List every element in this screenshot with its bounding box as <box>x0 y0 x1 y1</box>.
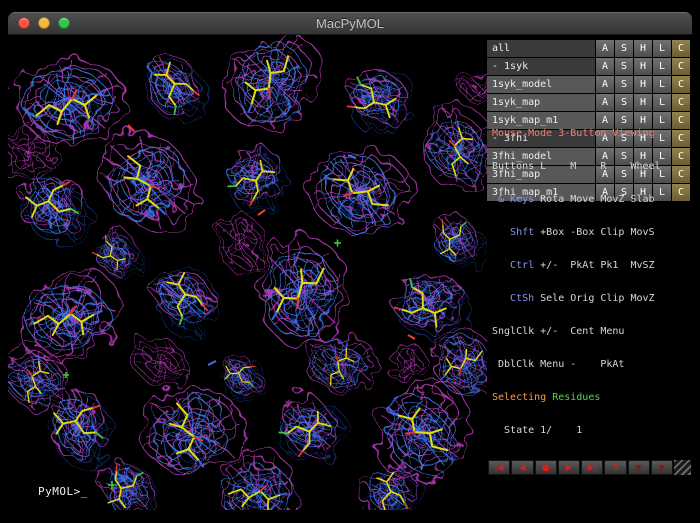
matrix-cells: Menu - PkAt <box>540 359 624 370</box>
mouse-matrix-header: Buttons L M R Wheel <box>492 161 692 172</box>
state-label: State <box>492 425 534 436</box>
action-menu-button[interactable]: A <box>596 76 614 93</box>
matrix-cells: Sele Orig Clip MovZ <box>540 293 654 304</box>
movie-play-button[interactable]: ▶ <box>558 460 580 475</box>
movie-fast-forward-button[interactable]: ▶| <box>581 460 603 475</box>
show-menu-button[interactable]: S <box>615 40 633 57</box>
mouse-matrix-row: CtSh Sele Orig Clip MovZ <box>492 293 692 304</box>
action-menu-button[interactable]: A <box>596 58 614 75</box>
movie-rewind-button[interactable]: |◀ <box>488 460 510 475</box>
object-row: all A S H L C <box>487 40 690 57</box>
mouse-mode-line[interactable]: Mouse Mode 3-Button Viewing <box>492 128 692 139</box>
selecting-value: Residues <box>552 392 600 403</box>
object-row: 1syk_model A S H L C <box>487 76 690 93</box>
matrix-key: & Keys <box>492 194 534 205</box>
matrix-key: CtSh <box>492 293 534 304</box>
matrix-cells: +/- Cent Menu <box>540 326 624 337</box>
color-menu-button[interactable]: C <box>672 40 690 57</box>
color-menu-button[interactable]: C <box>672 58 690 75</box>
show-menu-button[interactable]: S <box>615 58 633 75</box>
zoom-button[interactable] <box>58 17 70 29</box>
selecting-label: Selecting <box>492 392 546 403</box>
macpymol-window: MacPyMOL <box>8 12 692 510</box>
mouse-matrix-row: & Keys Rota Move MovZ Slab <box>492 194 692 205</box>
object-label-1syk-model[interactable]: 1syk_model <box>487 76 595 93</box>
state-line: State 1/ 1 <box>492 425 692 436</box>
internal-gui-panel: all A S H L C - 1syk A S H L C 1syk_mode… <box>487 35 692 510</box>
mouse-mode-value: 3-Button Viewing <box>558 128 654 139</box>
matrix-cells: Rota Move MovZ Slab <box>540 194 654 205</box>
window-content: PyMOL>_ all A S H L C - 1syk A S H L <box>8 35 692 510</box>
matrix-key: Shft <box>492 227 534 238</box>
color-menu-button[interactable]: C <box>672 76 690 93</box>
matrix-key: DblClk <box>492 359 534 370</box>
hide-menu-button[interactable]: H <box>634 40 652 57</box>
movie-menu-button-1[interactable]: ▼ <box>628 460 650 475</box>
matrix-cells: L M R Wheel <box>540 161 660 172</box>
mouse-mode-label: Mouse Mode <box>492 128 552 139</box>
label-menu-button[interactable]: L <box>653 40 671 57</box>
action-menu-button[interactable]: A <box>596 40 614 57</box>
matrix-cells: +Box -Box Clip MovS <box>540 227 654 238</box>
matrix-key: Ctrl <box>492 260 534 271</box>
movie-step-back-button[interactable]: ◀ <box>511 460 533 475</box>
traffic-lights <box>18 17 70 29</box>
object-row: - 1syk A S H L C <box>487 58 690 75</box>
molecular-render <box>8 35 487 510</box>
matrix-cells: +/- PkAt Pk1 MvSZ <box>540 260 654 271</box>
mouse-matrix-row: Ctrl +/- PkAt Pk1 MvSZ <box>492 260 692 271</box>
matrix-key: SnglClk <box>492 326 534 337</box>
mouse-matrix-row: Shft +Box -Box Clip MovS <box>492 227 692 238</box>
movie-stop-button[interactable]: ■ <box>535 460 557 475</box>
window-title: MacPyMOL <box>8 12 692 35</box>
movie-scene-button[interactable]: S <box>604 460 626 475</box>
selecting-line[interactable]: Selecting Residues <box>492 392 692 403</box>
label-menu-button[interactable]: L <box>653 58 671 75</box>
object-label-all[interactable]: all <box>487 40 595 57</box>
titlebar[interactable]: MacPyMOL <box>8 12 692 35</box>
resize-grip[interactable] <box>674 460 691 475</box>
label-menu-button[interactable]: L <box>653 76 671 93</box>
matrix-key: Buttons <box>492 161 534 172</box>
close-button[interactable] <box>18 17 30 29</box>
mouse-settings-panel: Mouse Mode 3-Button Viewing Buttons L M R … <box>492 106 692 458</box>
state-value: 1/ 1 <box>540 425 582 436</box>
command-prompt[interactable]: PyMOL>_ <box>38 485 88 498</box>
minimize-button[interactable] <box>38 17 50 29</box>
movie-menu-button-2[interactable]: ▼ <box>651 460 673 475</box>
movie-controls: |◀ ◀ ■ ▶ ▶| S ▼ ▼ <box>488 460 691 475</box>
mouse-matrix-row: DblClk Menu - PkAt <box>492 359 692 370</box>
hide-menu-button[interactable]: H <box>634 58 652 75</box>
hide-menu-button[interactable]: H <box>634 76 652 93</box>
show-menu-button[interactable]: S <box>615 76 633 93</box>
viewport-3d[interactable]: PyMOL>_ <box>8 35 487 510</box>
object-label-1syk-group[interactable]: - 1syk <box>487 58 595 75</box>
mouse-matrix-row: SnglClk +/- Cent Menu <box>492 326 692 337</box>
